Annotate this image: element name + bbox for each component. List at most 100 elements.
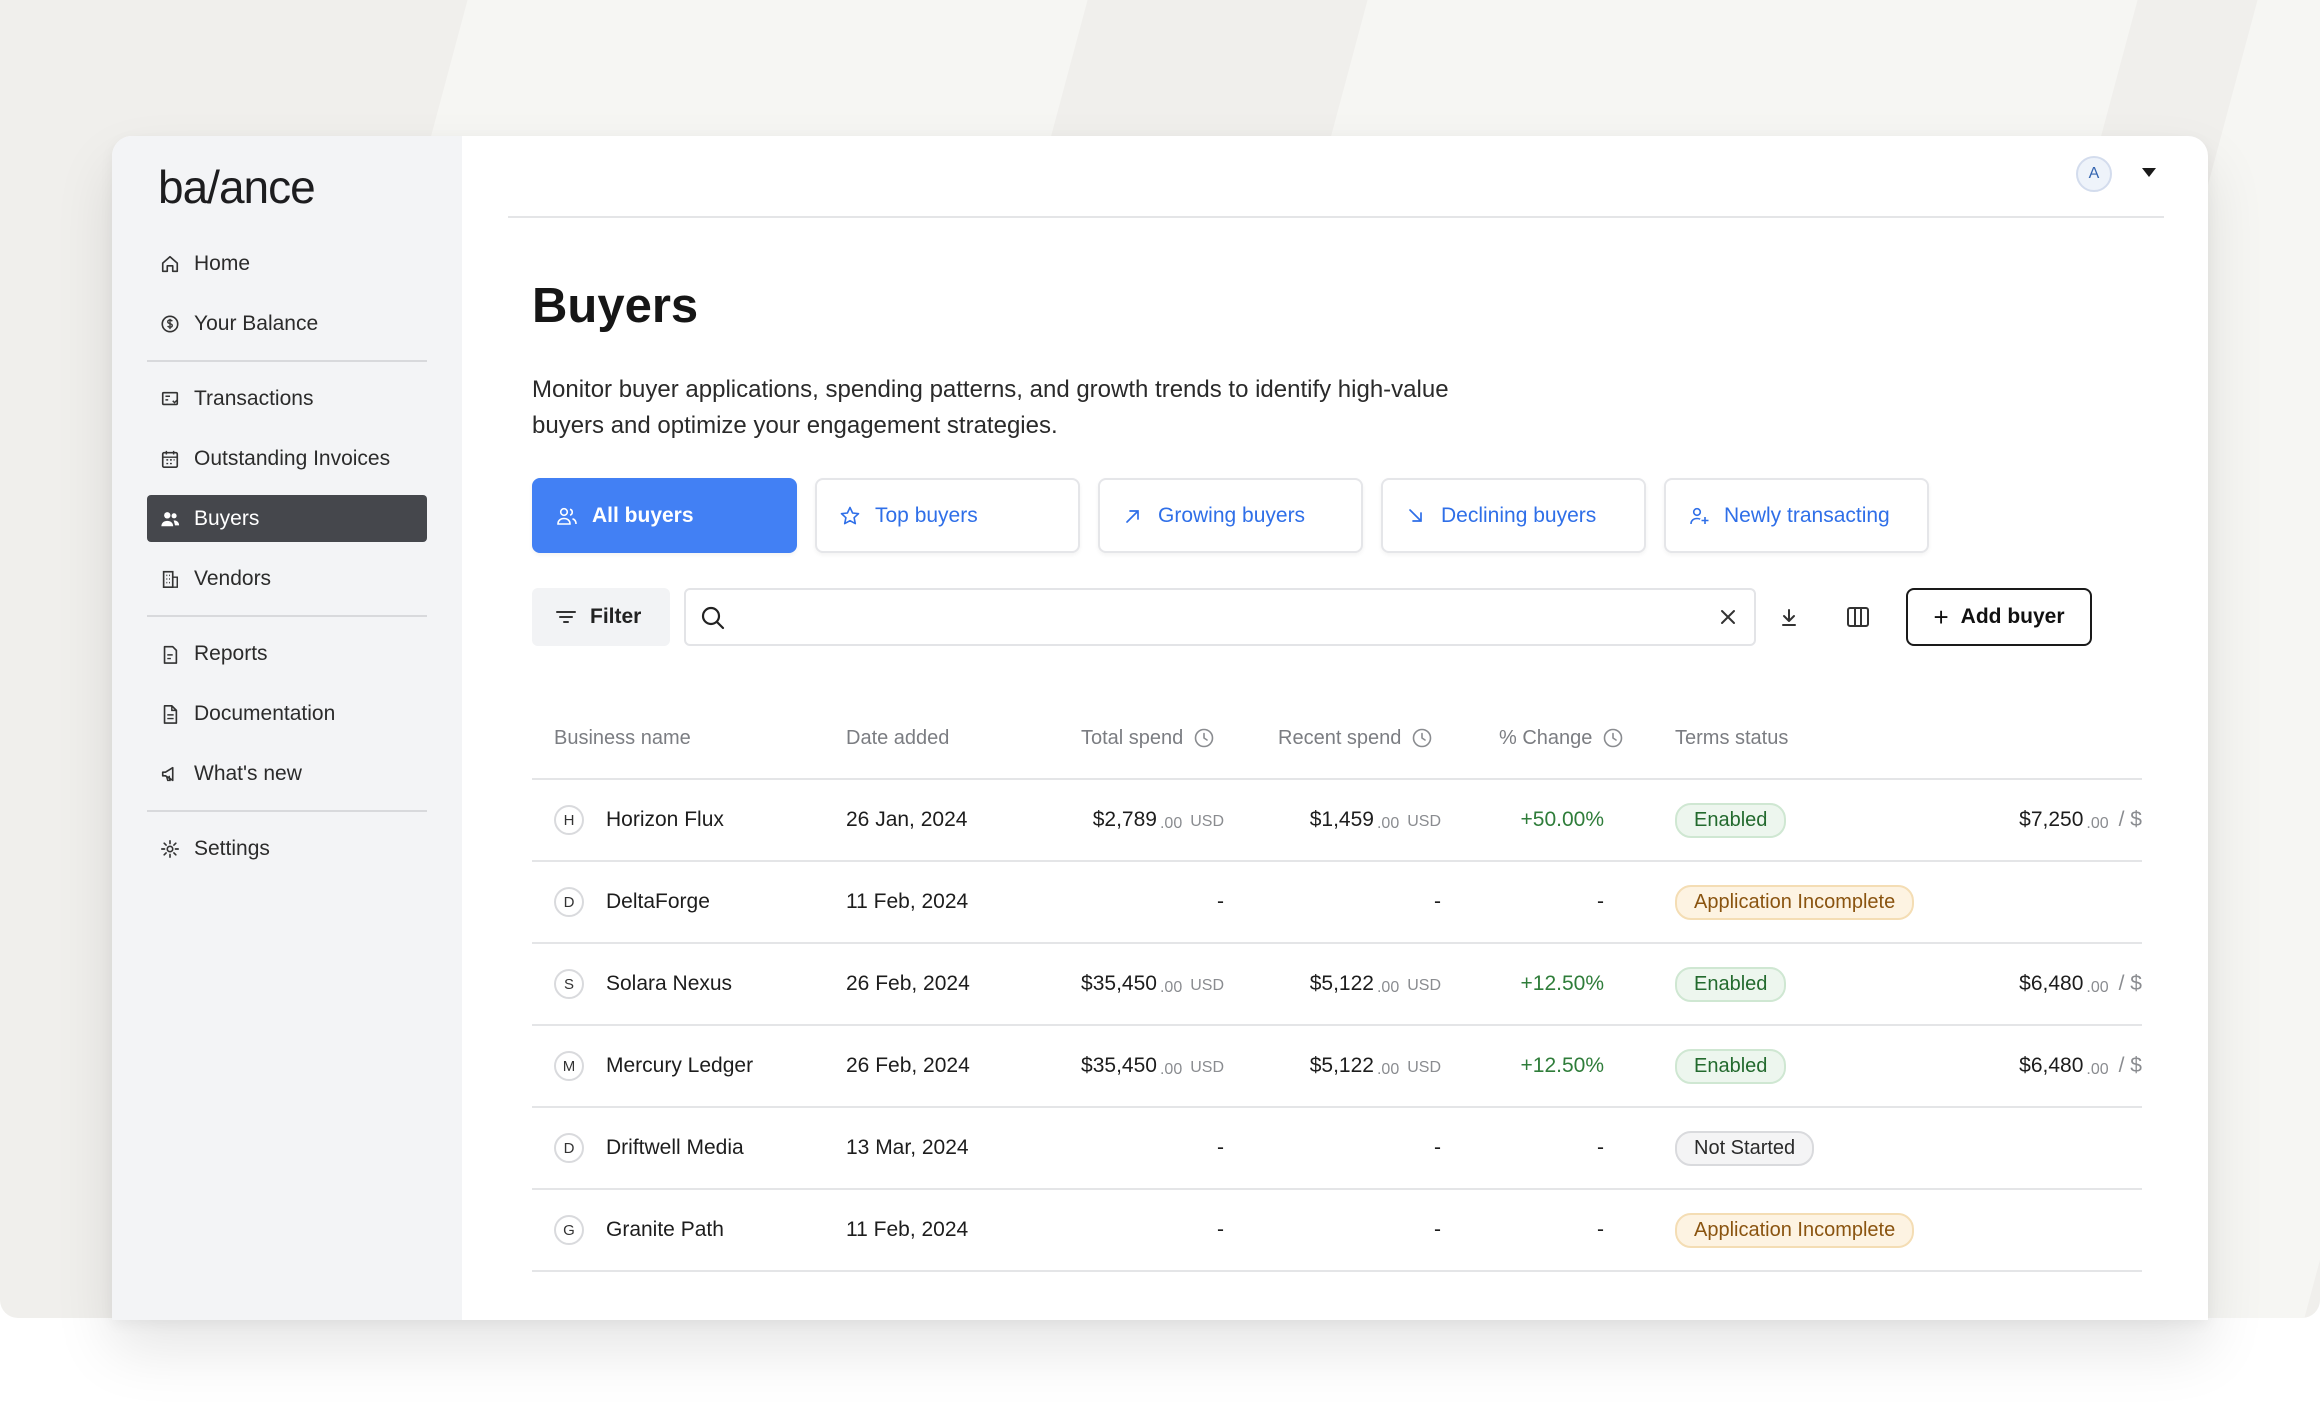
date-added-cell: 26 Feb, 2024 [846,944,970,1024]
sidebar-item-outstanding-invoices[interactable]: Outstanding Invoices [147,435,427,482]
table-row[interactable]: G Granite Path 11 Feb, 2024 - - - Application … [532,1190,2142,1272]
filter-button[interactable]: Filter [532,588,670,646]
sidebar-item-documentation[interactable]: Documentation [147,690,427,737]
star-icon [839,505,861,527]
sidebar-item-what-s-new[interactable]: What's new [147,750,427,797]
business-name-cell: M Mercury Ledger [554,1026,753,1106]
total-spend-currency: USD [1190,977,1224,994]
credit-limit-separator: / $ [2118,972,2142,995]
page-description: Monitor buyer applications, spending pat… [532,376,1449,439]
sidebar-item-label: Outstanding Invoices [194,446,391,470]
sidebar-item-reports[interactable]: Reports [147,630,427,677]
business-name-cell: G Granite Path [554,1190,724,1270]
users-icon [161,511,180,526]
date-added: 13 Mar, 2024 [846,1136,969,1159]
sidebar-item-label: Your Balance [194,311,319,335]
table-row[interactable]: H Horizon Flux 26 Jan, 2024 $2,789.00 USD $1,… [532,780,2142,862]
header-divider [508,216,2164,218]
gear-icon [161,839,179,858]
column-header-label: % Change [1499,726,1593,749]
date-added-cell: 11 Feb, 2024 [846,1190,968,1270]
info-icon[interactable] [1602,727,1624,749]
add-buyer-button[interactable]: + Add buyer [1906,588,2092,646]
tab-label: All buyers [592,503,694,527]
total-spend-amount: $2,789 [1092,808,1157,831]
avatar[interactable]: A [2076,156,2112,192]
columns-icon[interactable] [1846,604,1870,630]
sidebar-item-buyers[interactable]: Buyers [147,495,427,542]
sidebar-item-settings[interactable]: Settings [147,825,427,872]
search-icon [701,606,725,630]
tab-top-buyers[interactable]: Top buyers [815,478,1080,553]
recent-spend-cell: - [1232,1108,1441,1188]
table-row[interactable]: D DeltaForge 11 Feb, 2024 - - - Application In… [532,862,2142,944]
recent-spend-amount: - [1434,1218,1441,1241]
arrow-down-right-icon [1409,508,1422,522]
sidebar-item-your-balance[interactable]: Your Balance [147,300,427,347]
table-row[interactable]: S Solara Nexus 26 Feb, 2024 $35,450.00 USD $5… [532,944,2142,1026]
percent-change-cell: +12.50% [1452,944,1605,1024]
terms-status-cell: Enabled [1675,1026,1787,1106]
column-header-recent-spend[interactable]: Recent spend [1278,696,1433,780]
tab-declining-buyers[interactable]: Declining buyers [1381,478,1646,553]
tab-all-buyers[interactable]: All buyers [532,478,797,553]
percent-change: - [1597,1136,1604,1159]
tab-label: Growing buyers [1158,503,1306,527]
app-logo[interactable]: ba/ance [158,160,316,214]
sidebar-item-vendors[interactable]: Vendors [147,555,427,602]
total-spend-cell: - [1002,862,1224,942]
avatar: H [554,805,584,835]
sidebar-item-transactions[interactable]: Transactions [147,375,427,422]
recent-spend-cell: $1,459.00 USD [1232,780,1441,860]
date-added: 11 Feb, 2024 [846,1218,969,1241]
home-icon [159,253,181,275]
table-row[interactable]: D Driftwell Media 13 Mar, 2024 - - - Not Start… [532,1108,2142,1190]
nav-divider [147,360,427,362]
column-header-terms-status[interactable]: Terms status [1675,696,1788,780]
date-added: 11 Feb, 2024 [846,890,969,913]
column-header-date-added[interactable]: Date added [846,696,949,780]
total-spend-cents: .00 [1159,815,1183,832]
column-header-total-spend[interactable]: Total spend [1081,696,1215,780]
tab-newly-transacting[interactable]: Newly transacting [1664,478,1929,553]
download-icon[interactable] [1778,604,1800,630]
total-spend-cell: $2,789.00 USD [1002,780,1224,860]
total-spend-cents: .00 [1159,1061,1183,1078]
column-header-label: Business name [554,726,691,749]
terms-status-cell: Not Started [1675,1108,1815,1188]
main-content: A Buyers Monitor buyer applications, spe… [462,136,2208,1320]
tab-growing-buyers[interactable]: Growing buyers [1098,478,1363,553]
date-added: 26 Feb, 2024 [846,1054,970,1077]
toolbar: Filter + Add buyer [532,588,2208,648]
buyer-segment-tabs: All buyers Top buyers Growing buyers Declin… [532,478,1947,553]
total-spend-amount: $35,450 [1081,1054,1157,1077]
search-box[interactable] [684,588,1756,646]
chevron-down-icon[interactable] [2142,168,2156,177]
table-header: Business name Date added Total spend Recent… [532,696,2142,780]
business-name-cell: D DeltaForge [554,862,710,942]
terms-status-cell: Application Incomplete [1675,862,1915,942]
credit-limit-amount: $6,480 [2019,972,2084,995]
total-spend-cell: $35,450.00 USD [1002,1026,1224,1106]
avatar: D [554,1133,584,1163]
column-header-business-name[interactable]: Business name [554,696,691,780]
star-icon [840,506,860,524]
terms-status-cell: Application Incomplete [1675,1190,1915,1270]
sidebar-item-label: Home [194,251,251,275]
recent-spend-cents: .00 [1376,815,1400,832]
sidebar-item-label: Buyers [194,506,260,530]
business-name: Horizon Flux [606,808,724,831]
sidebar-item-home[interactable]: Home [147,240,427,287]
info-icon[interactable] [1411,727,1433,749]
table-row[interactable]: M Mercury Ledger 26 Feb, 2024 $35,450.00 USD… [532,1026,2142,1108]
close-icon[interactable] [1718,607,1738,627]
column-header-change[interactable]: % Change [1499,696,1624,780]
recent-spend-amount: $5,122 [1309,972,1374,995]
search-input[interactable] [736,600,1696,636]
sidebar-item-label: What's new [194,761,302,785]
sidebar-item-label: Documentation [194,701,336,725]
info-icon[interactable] [1193,727,1215,749]
total-spend-amount: $35,450 [1081,972,1157,995]
sidebar-item-label: Reports [194,641,268,665]
calendar-icon [161,450,179,468]
